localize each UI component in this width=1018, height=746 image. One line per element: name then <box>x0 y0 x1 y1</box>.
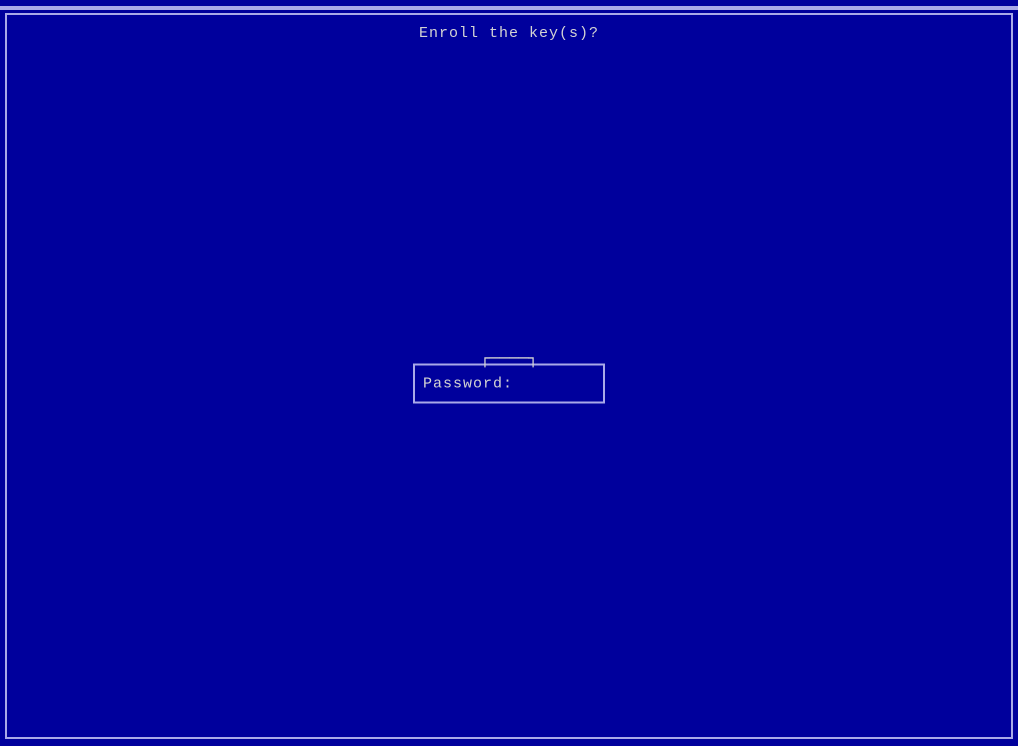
main-panel: Enroll the key(s)? ┌────┐ Password: <box>5 13 1013 739</box>
password-input-box[interactable]: Password: <box>413 364 605 404</box>
panel-title: Enroll the key(s)? <box>7 25 1011 42</box>
password-prompt-area: ┌────┐ Password: <box>413 349 605 404</box>
password-label: Password: <box>423 375 513 392</box>
top-bar <box>0 6 1018 10</box>
